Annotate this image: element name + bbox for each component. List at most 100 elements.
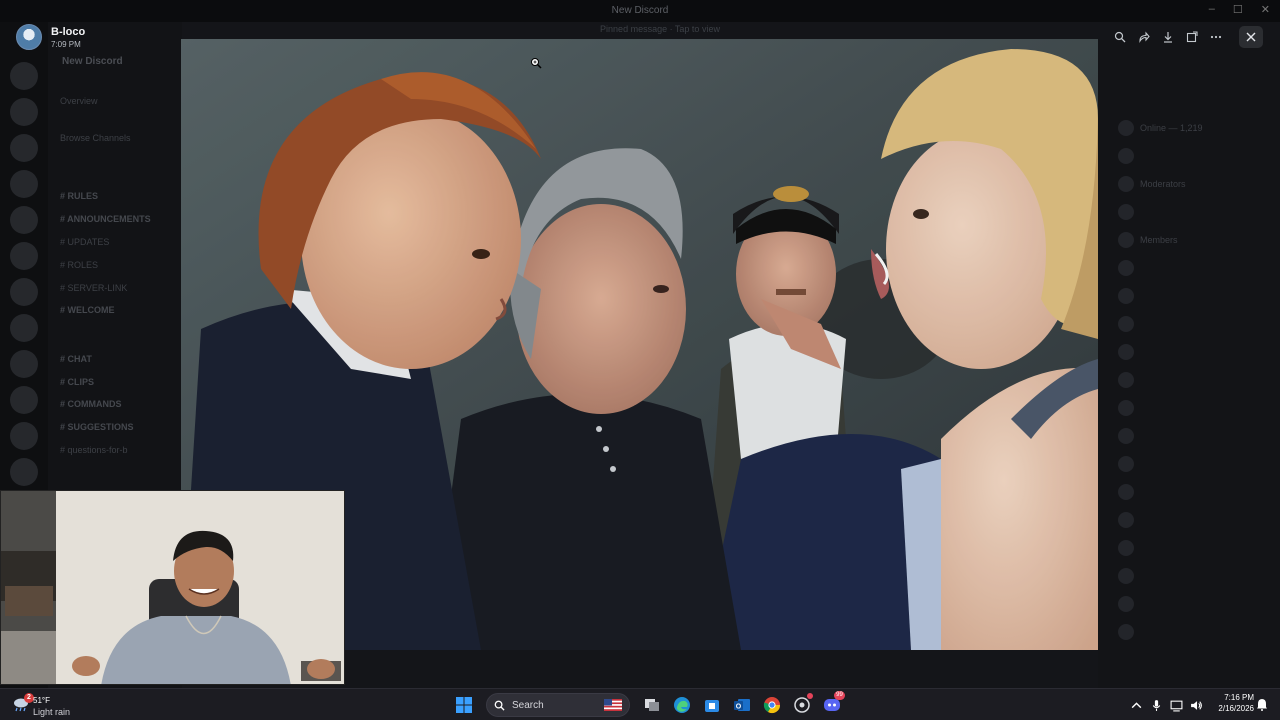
window-titlebar: New Discord – ☐ ✕ bbox=[0, 0, 1280, 22]
server-icon[interactable] bbox=[10, 206, 38, 234]
member-item[interactable] bbox=[1118, 204, 1140, 220]
notification-bell-icon[interactable] bbox=[1256, 698, 1268, 711]
member-avatar bbox=[1118, 428, 1134, 444]
member-avatar bbox=[1118, 540, 1134, 556]
close-viewer-button[interactable] bbox=[1239, 26, 1263, 48]
channel-item[interactable]: # questions-for-b bbox=[60, 445, 128, 455]
member-avatar bbox=[1118, 316, 1134, 332]
store-button[interactable] bbox=[700, 693, 724, 717]
member-avatar bbox=[1118, 176, 1134, 192]
window-controls: – ☐ ✕ bbox=[1209, 3, 1270, 16]
task-view-button[interactable] bbox=[640, 693, 664, 717]
member-avatar bbox=[1118, 204, 1134, 220]
member-avatar bbox=[1118, 484, 1134, 500]
channel-item[interactable]: # SUGGESTIONS bbox=[60, 422, 134, 432]
discord-notification-badge: 99 bbox=[834, 691, 845, 700]
extensions-dot bbox=[807, 693, 813, 699]
viewer-toolbar bbox=[1108, 26, 1228, 48]
member-item[interactable] bbox=[1118, 512, 1140, 528]
member-item[interactable] bbox=[1118, 344, 1140, 360]
channel-item[interactable]: # WELCOME bbox=[60, 305, 115, 315]
uploader-name[interactable]: B-loco bbox=[51, 26, 85, 38]
windows-start-icon bbox=[456, 697, 472, 713]
member-item[interactable] bbox=[1118, 624, 1140, 640]
member-item[interactable]: Members bbox=[1118, 232, 1178, 248]
server-icon[interactable] bbox=[10, 278, 38, 306]
member-avatar bbox=[1118, 120, 1134, 136]
channel-item[interactable]: # CLIPS bbox=[60, 377, 94, 387]
server-icon[interactable] bbox=[10, 422, 38, 450]
outlook-button[interactable]: O bbox=[730, 693, 754, 717]
server-icon[interactable] bbox=[10, 62, 38, 90]
server-name[interactable]: New Discord bbox=[62, 56, 123, 67]
member-item[interactable] bbox=[1118, 148, 1140, 164]
member-item[interactable]: Online — 1,219 bbox=[1118, 120, 1203, 136]
member-item[interactable] bbox=[1118, 372, 1140, 388]
open-external-icon bbox=[1186, 31, 1198, 43]
member-item[interactable] bbox=[1118, 288, 1140, 304]
webcam-scene bbox=[1, 491, 344, 684]
weather-widget[interactable]: 2 51°F Light rain bbox=[10, 693, 90, 717]
maximize-button[interactable]: ☐ bbox=[1233, 3, 1243, 16]
member-item[interactable] bbox=[1118, 260, 1140, 276]
server-icon[interactable] bbox=[10, 98, 38, 126]
member-item[interactable] bbox=[1118, 456, 1140, 472]
chevron-up-icon[interactable] bbox=[1130, 699, 1143, 712]
chrome-icon bbox=[763, 697, 781, 714]
member-avatar bbox=[1118, 344, 1134, 360]
extensions-button[interactable] bbox=[790, 693, 814, 717]
close-icon bbox=[1246, 32, 1256, 42]
edge-icon bbox=[674, 697, 690, 713]
network-icon[interactable] bbox=[1170, 699, 1183, 712]
channel-item[interactable]: # ROLES bbox=[60, 260, 98, 270]
member-item[interactable] bbox=[1118, 596, 1140, 612]
member-avatar bbox=[1118, 624, 1134, 640]
channel-item[interactable]: Browse Channels bbox=[60, 133, 131, 143]
channel-item[interactable]: # RULES bbox=[60, 191, 98, 201]
member-avatar bbox=[1118, 512, 1134, 528]
member-item[interactable]: Moderators bbox=[1118, 176, 1186, 192]
member-item[interactable] bbox=[1118, 568, 1140, 584]
volume-icon[interactable] bbox=[1190, 699, 1203, 712]
member-item[interactable] bbox=[1118, 428, 1140, 444]
more-icon bbox=[1210, 35, 1222, 39]
edge-button[interactable] bbox=[670, 693, 694, 717]
member-item[interactable] bbox=[1118, 400, 1140, 416]
server-icon[interactable] bbox=[10, 242, 38, 270]
zoom-button[interactable] bbox=[1108, 26, 1132, 48]
forward-button[interactable] bbox=[1132, 26, 1156, 48]
server-icon[interactable] bbox=[10, 170, 38, 198]
download-button[interactable] bbox=[1156, 26, 1180, 48]
start-button[interactable] bbox=[452, 693, 476, 717]
weather-description: Light rain bbox=[33, 707, 71, 717]
server-icon[interactable] bbox=[10, 458, 38, 486]
taskbar-search[interactable] bbox=[486, 693, 630, 717]
server-icon[interactable] bbox=[10, 314, 38, 342]
channel-item[interactable]: # ANNOUNCEMENTS bbox=[60, 214, 151, 224]
minimize-button[interactable]: – bbox=[1209, 3, 1215, 16]
close-window-button[interactable]: ✕ bbox=[1261, 3, 1270, 16]
member-item[interactable] bbox=[1118, 484, 1140, 500]
channel-item[interactable]: # SERVER-LINK bbox=[60, 283, 127, 293]
member-item[interactable] bbox=[1118, 316, 1140, 332]
server-icon[interactable] bbox=[10, 350, 38, 378]
channel-item[interactable]: # CHAT bbox=[60, 354, 92, 364]
microphone-icon[interactable] bbox=[1150, 699, 1163, 712]
server-icon[interactable] bbox=[10, 386, 38, 414]
chrome-button[interactable] bbox=[760, 693, 784, 717]
upload-time: 7:09 PM bbox=[51, 40, 81, 49]
server-icon[interactable] bbox=[10, 134, 38, 162]
channel-item[interactable]: # COMMANDS bbox=[60, 399, 122, 409]
member-item[interactable] bbox=[1118, 540, 1140, 556]
more-button[interactable] bbox=[1204, 26, 1228, 48]
discord-button[interactable]: 99 bbox=[820, 691, 845, 717]
open-external-button[interactable] bbox=[1180, 26, 1204, 48]
member-avatar bbox=[1118, 288, 1134, 304]
search-input[interactable] bbox=[512, 699, 592, 711]
member-list: Online — 1,219 Moderators Members bbox=[1098, 40, 1280, 688]
taskbar-clock[interactable]: 7:16 PM 2/16/2026 bbox=[1208, 693, 1254, 713]
channel-item[interactable]: Overview bbox=[60, 96, 98, 106]
uploader-avatar[interactable] bbox=[16, 24, 42, 50]
channel-item[interactable]: # UPDATES bbox=[60, 237, 109, 247]
member-avatar bbox=[1118, 456, 1134, 472]
